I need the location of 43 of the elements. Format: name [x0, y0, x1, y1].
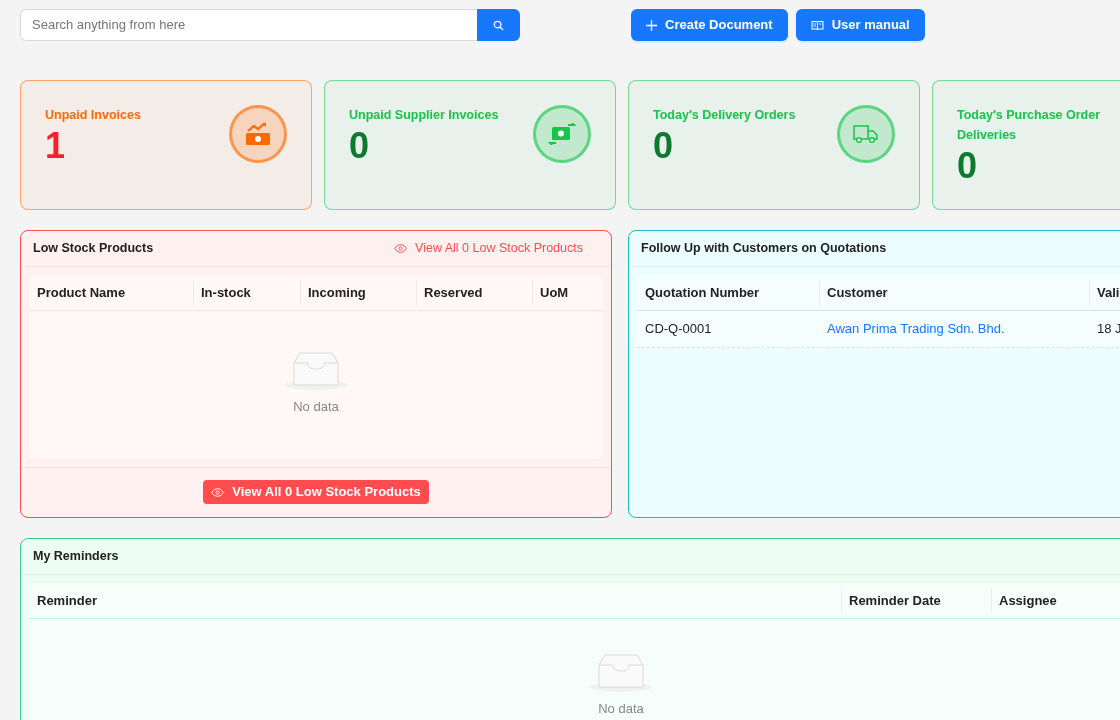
plus-icon [646, 19, 657, 31]
money-trend-icon [245, 122, 271, 146]
panel-title: Low Stock Products [33, 240, 154, 258]
table-cell-text: CD-Q-0001 [644, 320, 713, 339]
empty-text: No data [293, 398, 339, 416]
user-manual-button[interactable]: User manual [795, 9, 925, 41]
column-header: UoM [532, 282, 602, 303]
view-all-link[interactable]: View All 0 Low Stock Products [394, 239, 583, 258]
stat-value: 0 [653, 125, 675, 167]
table-cell-text: 18 J [1096, 320, 1120, 339]
stat-label: Unpaid Supplier Invoices [349, 107, 499, 124]
truck-icon [852, 123, 880, 145]
empty-text: No data [598, 700, 644, 718]
search-button[interactable] [477, 9, 520, 41]
column-header: In-stock [193, 282, 300, 303]
stat-label: Today's Purchase Order Deliveries [957, 107, 1102, 144]
column-header: Reserved [416, 282, 532, 303]
search-icon [493, 19, 504, 31]
eye-icon [211, 487, 225, 497]
panel-title: My Reminders [33, 548, 119, 566]
create-document-button[interactable]: Create Document [631, 9, 788, 41]
customer-link[interactable]: Awan Prima Trading Sdn. Bhd. [819, 319, 1089, 339]
search-field[interactable]: Search anything from here [20, 9, 477, 41]
eye-icon [394, 244, 408, 253]
column-header: Reminder [36, 591, 98, 610]
column-header: Quotation Number [644, 283, 761, 302]
column-header: Assignee [991, 590, 1120, 611]
panel-title: Follow Up with Customers on Quotations [641, 240, 887, 258]
stat-value: 0 [349, 125, 371, 167]
stat-value: 1 [45, 125, 67, 167]
stat-label: Today's Delivery Orders [653, 107, 796, 124]
column-header: Incoming [300, 282, 416, 303]
column-header: Customer [819, 282, 1089, 303]
column-header: Product Name [36, 283, 127, 302]
stat-value: 0 [957, 145, 979, 187]
money-exchange-icon [548, 123, 576, 145]
view-all-button[interactable]: View All 0 Low Stock Products [203, 480, 429, 504]
empty-box-icon [589, 653, 653, 693]
empty-box-icon [284, 351, 348, 391]
stat-label: Unpaid Invoices [45, 107, 141, 124]
column-header: Vali [1089, 282, 1120, 303]
book-icon [810, 19, 824, 31]
column-header: Reminder Date [841, 590, 991, 611]
